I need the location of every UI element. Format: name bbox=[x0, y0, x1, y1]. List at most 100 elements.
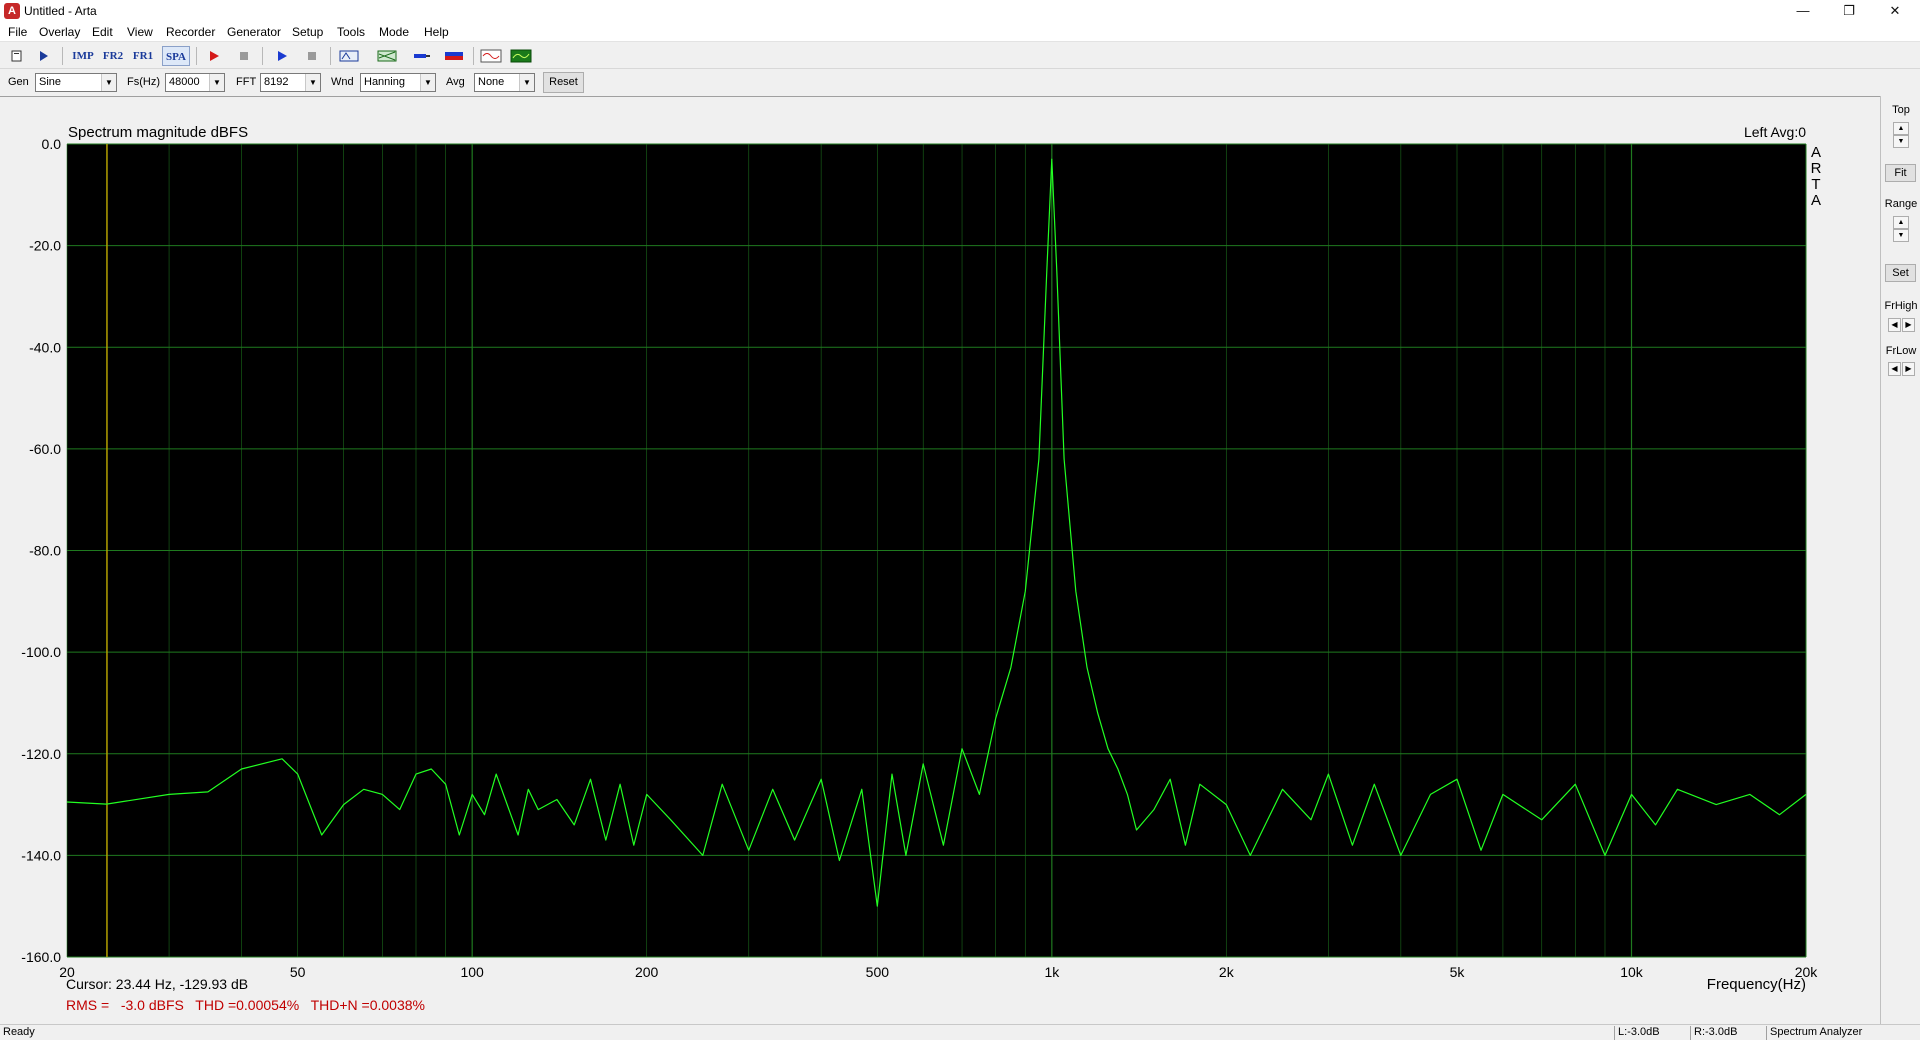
plot-area[interactable]: Spectrum magnitude dBFS Left Avg:0 0.0 -2… bbox=[0, 96, 1880, 1024]
menu-view[interactable]: View bbox=[127, 25, 153, 39]
minimize-icon[interactable]: — bbox=[1780, 0, 1826, 22]
new-icon[interactable] bbox=[5, 46, 29, 66]
play-icon[interactable] bbox=[270, 46, 294, 66]
status-right-level: R:-3.0dB bbox=[1690, 1026, 1764, 1040]
signal-icon[interactable] bbox=[479, 46, 503, 66]
title-bar: A Untitled - Arta — ❐ ✕ bbox=[0, 0, 1920, 22]
x-tick-label: 10k bbox=[1620, 964, 1644, 980]
status-left-level: L:-3.0dB bbox=[1614, 1026, 1688, 1040]
brand-letter: T bbox=[1811, 176, 1820, 193]
x-tick-label: 500 bbox=[866, 964, 890, 980]
fft-label: FFT bbox=[236, 76, 257, 88]
gen-select[interactable]: Sine ▼ bbox=[35, 73, 117, 92]
fr1-mode-icon[interactable]: FR1 bbox=[130, 46, 156, 66]
avg-select[interactable]: None ▼ bbox=[474, 73, 535, 92]
measurement-readout: RMS = -3.0 dBFS THD =0.00054% THD+N =0.0… bbox=[66, 997, 425, 1013]
x-axis-label: Frequency(Hz) bbox=[1707, 976, 1806, 993]
stop-playback-icon[interactable] bbox=[300, 46, 324, 66]
frlow-label: FrLow bbox=[1885, 345, 1917, 357]
menu-generator[interactable]: Generator bbox=[227, 25, 281, 39]
y-tick-label: -140.0 bbox=[21, 847, 61, 863]
fft-value: 8192 bbox=[264, 76, 289, 88]
top-up-icon[interactable]: ▲ bbox=[1893, 122, 1909, 135]
x-tick-label: 5k bbox=[1450, 964, 1466, 980]
frlow-left-icon[interactable]: ◀ bbox=[1888, 362, 1901, 376]
y-tick-label: -100.0 bbox=[21, 644, 61, 660]
menu-help[interactable]: Help bbox=[424, 25, 449, 39]
x-tick-label: 1k bbox=[1044, 964, 1060, 980]
fft-select[interactable]: 8192 ▼ bbox=[260, 73, 321, 92]
top-down-icon[interactable]: ▼ bbox=[1893, 135, 1909, 148]
brand-letter: R bbox=[1811, 160, 1822, 177]
chevron-down-icon[interactable]: ▼ bbox=[519, 74, 534, 91]
brand-letter: A bbox=[1811, 192, 1821, 209]
spa-mode-icon[interactable]: SPA bbox=[162, 46, 190, 66]
menu-mode[interactable]: Mode bbox=[379, 25, 409, 39]
status-mode: Spectrum Analyzer bbox=[1766, 1026, 1920, 1040]
record-icon[interactable] bbox=[202, 46, 226, 66]
chevron-down-icon[interactable]: ▼ bbox=[101, 74, 116, 91]
fs-select[interactable]: 48000 ▼ bbox=[165, 73, 225, 92]
arta-app-icon: A bbox=[4, 3, 20, 19]
chevron-down-icon[interactable]: ▼ bbox=[420, 74, 435, 91]
wnd-select[interactable]: Hanning ▼ bbox=[360, 73, 436, 92]
gen-value: Sine bbox=[39, 76, 62, 88]
range-label: Range bbox=[1884, 198, 1918, 210]
open-icon[interactable] bbox=[32, 46, 56, 66]
menu-overlay[interactable]: Overlay bbox=[39, 25, 80, 39]
arta-brand: ARTA bbox=[1811, 144, 1822, 209]
channel-info: Left Avg:0 bbox=[1744, 124, 1806, 140]
chart-title: Spectrum magnitude dBFS bbox=[68, 124, 248, 141]
restore-icon[interactable]: ❐ bbox=[1826, 0, 1872, 22]
status-ready: Ready bbox=[3, 1026, 35, 1038]
reset-button[interactable]: Reset bbox=[543, 72, 584, 93]
x-tick-label: 50 bbox=[290, 964, 306, 980]
gen-label: Gen bbox=[8, 76, 29, 88]
spectrum-icon[interactable] bbox=[375, 46, 399, 66]
controls-row: Gen Sine ▼ Fs(Hz) 48000 ▼ FFT 8192 ▼ Wnd… bbox=[0, 70, 1920, 95]
cursor-readout: Cursor: 23.44 Hz, -129.93 dB bbox=[66, 976, 248, 992]
window-title: Untitled - Arta bbox=[24, 4, 97, 18]
menu-edit[interactable]: Edit bbox=[92, 25, 113, 39]
probe-icon[interactable] bbox=[410, 46, 434, 66]
top-label: Top bbox=[1892, 104, 1910, 116]
close-icon[interactable]: ✕ bbox=[1872, 0, 1918, 22]
arta-window: A Untitled - Arta — ❐ ✕ File Overlay Edi… bbox=[0, 0, 1920, 1040]
chevron-down-icon[interactable]: ▼ bbox=[209, 74, 224, 91]
avg-label: Avg bbox=[446, 76, 465, 88]
frhigh-right-icon[interactable]: ▶ bbox=[1902, 318, 1915, 332]
menu-tools[interactable]: Tools bbox=[337, 25, 365, 39]
wnd-value: Hanning bbox=[364, 76, 405, 88]
y-tick-label: -160.0 bbox=[21, 949, 61, 965]
x-tick-label: 200 bbox=[635, 964, 659, 980]
set-button[interactable]: Set bbox=[1885, 264, 1916, 282]
bar-icon[interactable] bbox=[442, 46, 466, 66]
chevron-down-icon[interactable]: ▼ bbox=[305, 74, 320, 91]
fit-button[interactable]: Fit bbox=[1885, 164, 1916, 182]
menu-recorder[interactable]: Recorder bbox=[166, 25, 215, 39]
frhigh-label: FrHigh bbox=[1884, 300, 1918, 312]
menu-setup[interactable]: Setup bbox=[292, 25, 323, 39]
toolbar-separator bbox=[262, 47, 263, 65]
spectrum-chart[interactable]: Spectrum magnitude dBFS Left Avg:0 0.0 -2… bbox=[0, 97, 1880, 1025]
frlow-right-icon[interactable]: ▶ bbox=[1902, 362, 1915, 376]
menu-bar: File Overlay Edit View Recorder Generato… bbox=[0, 22, 1920, 42]
imp-mode-icon[interactable]: IMP bbox=[70, 46, 96, 66]
menu-file[interactable]: File bbox=[8, 25, 27, 39]
stop-icon[interactable] bbox=[232, 46, 256, 66]
range-down-icon[interactable]: ▼ bbox=[1893, 229, 1909, 242]
y-tick-label: -40.0 bbox=[29, 339, 61, 355]
status-bar: Ready L:-3.0dB R:-3.0dB Spectrum Analyze… bbox=[0, 1024, 1920, 1040]
y-tick-label: -20.0 bbox=[29, 238, 61, 254]
avg-value: None bbox=[478, 76, 505, 88]
fr2-mode-icon[interactable]: FR2 bbox=[100, 46, 126, 66]
brand-letter: A bbox=[1811, 144, 1821, 161]
range-up-icon[interactable]: ▲ bbox=[1893, 216, 1909, 229]
frhigh-left-icon[interactable]: ◀ bbox=[1888, 318, 1901, 332]
toolbar-separator bbox=[330, 47, 331, 65]
fs-value: 48000 bbox=[169, 76, 200, 88]
y-tick-label: -120.0 bbox=[21, 746, 61, 762]
scope-icon[interactable] bbox=[509, 46, 533, 66]
wnd-label: Wnd bbox=[331, 76, 354, 88]
fft-abc-icon[interactable] bbox=[337, 46, 361, 66]
